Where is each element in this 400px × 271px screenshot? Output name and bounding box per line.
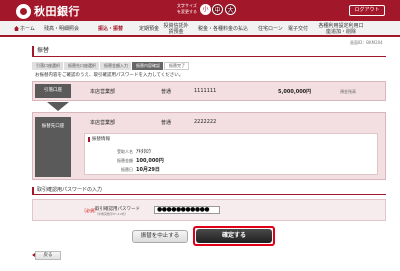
- page-title: 振替: [32, 46, 386, 57]
- logout-button[interactable]: ログアウト: [349, 5, 385, 16]
- transfer-amount-value: 100,000円: [136, 158, 164, 164]
- main-nav: ホーム 残高・明細照会 振込・振替 定期預金 投資信託外貨預金 税金・各種料金の…: [0, 21, 400, 37]
- font-size-large-button[interactable]: 大: [225, 4, 236, 15]
- recipient-name-label: 受取人名: [117, 149, 133, 154]
- step-amount: 振替金額入力: [100, 62, 131, 70]
- home-icon: [14, 26, 19, 31]
- nav-item-housing-loan[interactable]: 住宅ローン: [258, 26, 283, 32]
- nav-item-taxes[interactable]: 税金・各種料金の払込: [198, 26, 248, 32]
- nav-item-e-delivery[interactable]: 電子交付: [288, 26, 308, 32]
- arrow-down-icon: [47, 102, 69, 111]
- transfer-account-label: 振替先口座: [35, 117, 71, 177]
- withdraw-account-label: 引落口座: [35, 84, 71, 98]
- withdraw-number: 1111111: [194, 88, 217, 94]
- back-button[interactable]: 戻る: [35, 251, 61, 260]
- transfer-type: 普通: [161, 120, 172, 126]
- transfer-date-label: 振替日: [121, 167, 133, 172]
- withdraw-type: 普通: [161, 89, 172, 95]
- withdraw-account-row: 引落口座 本店営業部 普通 1111111 5,000,000円 預金残高: [32, 81, 386, 101]
- step-destination-account: 振替先口座選択: [64, 62, 99, 70]
- nav-item-transfer[interactable]: 振込・振替: [98, 26, 123, 32]
- transfer-date-value: 10月29日: [136, 167, 160, 173]
- font-size-small-button[interactable]: 小: [200, 4, 211, 15]
- nav-item-investment[interactable]: 投資信託外貨預金: [162, 23, 190, 35]
- nav-home-label: ホーム: [20, 26, 35, 32]
- transfer-number: 2222222: [194, 119, 217, 125]
- withdraw-branch: 本店営業部: [90, 89, 116, 95]
- step-withdraw-account: 引落口座選択: [32, 62, 63, 70]
- font-size-medium-button[interactable]: 中: [212, 4, 223, 15]
- nav-item-time-deposit[interactable]: 定期預金: [139, 26, 159, 32]
- bank-logo-icon: [16, 3, 31, 19]
- step-complete: 振替完了: [164, 62, 189, 70]
- step-confirm: 振替内容確認: [132, 62, 163, 70]
- password-note: （半角英数字8～12桁）: [95, 212, 128, 216]
- progress-steps: 引落口座選択 振替先口座選択 振替金額入力 振替内容確認 振替完了: [32, 62, 190, 70]
- password-box: ［必須］ 取引確認用パスワード （半角英数字8～12桁） ●●●●●●●●●●●: [32, 199, 386, 221]
- transfer-info-title: 振替情報: [88, 137, 110, 142]
- transfer-info-box: 振替情報 受取人名 ｱｷﾀﾀﾛｳ 振替金額 100,000円 振替日 10月29…: [84, 133, 378, 175]
- nav-item-balance[interactable]: 残高・明細照会: [44, 26, 79, 32]
- bank-name: 秋田銀行: [34, 5, 80, 18]
- transfer-branch: 本店営業部: [90, 120, 116, 126]
- transfer-amount-label: 振替金額: [117, 158, 133, 163]
- nav-item-settings[interactable]: 各種利用設定利用口座追加・削除: [318, 23, 364, 35]
- confirm-button[interactable]: 確定する: [196, 229, 272, 243]
- password-input[interactable]: ●●●●●●●●●●●: [154, 206, 220, 214]
- recipient-name-value: ｱｷﾀﾀﾛｳ: [136, 149, 152, 155]
- withdraw-balance-note: 預金残高: [340, 89, 356, 94]
- nav-home[interactable]: ホーム: [14, 26, 35, 32]
- instruction-text: お振替内容をご確認のうえ、取引確認用パスワードを入力してください。: [35, 73, 184, 78]
- password-section-title: 取引確認用パスワードの入力: [32, 187, 386, 195]
- font-size-label: 文字サイズを変更する: [177, 3, 197, 14]
- bank-logo[interactable]: 秋田銀行: [16, 3, 80, 19]
- header: 秋田銀行 文字サイズを変更する 小 中 大 ログアウト: [0, 0, 400, 21]
- cancel-transfer-button[interactable]: 振替を中止する: [132, 230, 188, 243]
- withdraw-balance: 5,000,000円: [278, 89, 312, 95]
